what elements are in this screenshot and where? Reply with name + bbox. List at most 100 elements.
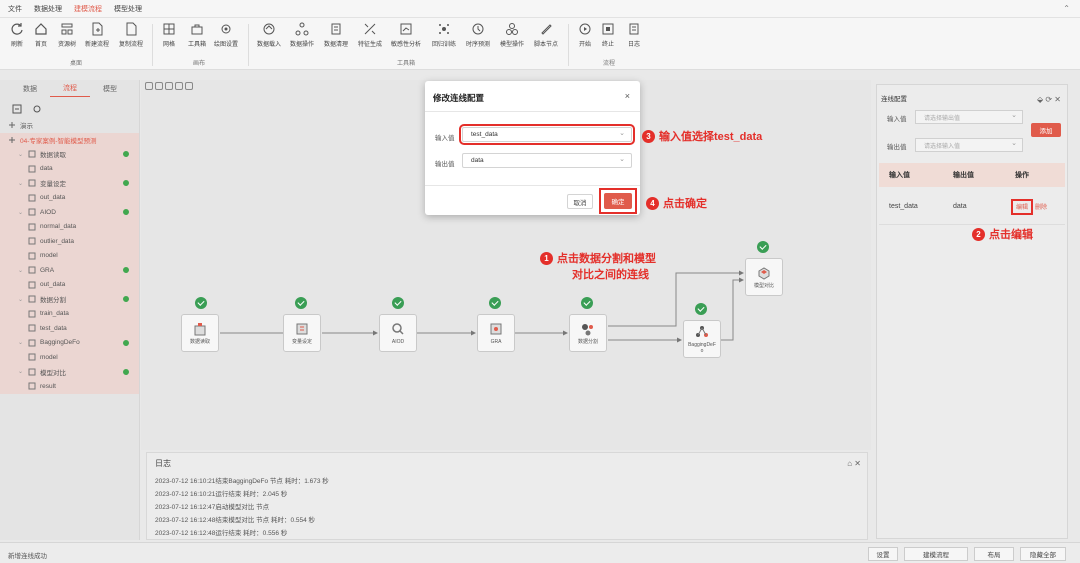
data-op-button[interactable]: 数据操作 — [285, 22, 319, 54]
stop-icon — [602, 23, 614, 35]
expand-icon[interactable] — [12, 104, 22, 114]
timeseries-button[interactable]: 时序预测 — [461, 22, 495, 54]
chevron-down-icon[interactable]: ⌄ — [18, 296, 24, 303]
node-data-read[interactable]: 数据读取 — [181, 314, 219, 352]
tab-model[interactable]: 模型 — [90, 84, 130, 97]
chevron-down-icon[interactable]: ⌄ — [18, 151, 24, 158]
data-clean-button[interactable]: 数据清理 — [319, 22, 353, 54]
panel-title: 连线配置 — [881, 96, 907, 103]
tree-item[interactable]: data — [0, 161, 139, 176]
feature-gen-button[interactable]: 特征生成 — [353, 22, 387, 54]
flow-tree: 演示 04-专家案例-智能模型预测 ⌄ 数据读取 data ⌄ 变量设定 out_data ⌄ A… — [0, 118, 139, 394]
node-data-split[interactable]: 数据分割 — [569, 314, 607, 352]
settings-button[interactable]: 设置 — [868, 547, 898, 561]
tree-item[interactable]: model — [0, 350, 139, 365]
compare-icon — [758, 266, 770, 280]
model-op-button[interactable]: 模型操作 — [495, 22, 529, 54]
connection-config-panel: 连线配置 ⬙ ⟳ ✕ 输入值 请选择输出值 输出值 请选择输入值 添加 输入值 … — [876, 84, 1068, 539]
tree-item[interactable]: 演示 — [0, 118, 139, 133]
edit-button[interactable]: 编辑 — [1011, 198, 1033, 215]
tree-item[interactable]: ⌄ 模型对比 — [0, 364, 139, 379]
hide-all-button[interactable]: 隐藏全部 — [1020, 547, 1066, 561]
node-gra[interactable]: GRA — [477, 314, 515, 352]
output-select[interactable]: 请选择输入值 — [915, 138, 1023, 152]
menu-data-process[interactable]: 数据处理 — [34, 4, 62, 14]
tree-item[interactable]: ⌄ AIOD — [0, 205, 139, 220]
tree-item[interactable]: out_data — [0, 277, 139, 292]
output-icon — [28, 223, 36, 231]
chevron-down-icon[interactable]: ⌄ — [18, 339, 24, 346]
log-button[interactable]: 日志 — [617, 22, 651, 54]
log-actions[interactable]: ⌂ ✕ — [847, 459, 861, 468]
modeling-flow-select[interactable]: 建模流程 — [904, 547, 968, 561]
layout-select[interactable]: 布局 — [974, 547, 1014, 561]
status-dot — [123, 180, 129, 187]
copy-flow-button[interactable]: 复制流程 — [114, 22, 148, 54]
status-bar: 新增连线成功 设置 建模流程 布局 隐藏全部 — [0, 542, 1080, 563]
start-label: 开始 — [578, 42, 591, 48]
tree-item[interactable]: result — [0, 379, 139, 394]
tab-data[interactable]: 数据 — [10, 84, 50, 97]
collapse-ribbon-icon[interactable]: ⌃ — [1063, 4, 1070, 13]
copy-flow-label: 复制流程 — [118, 42, 143, 48]
new-flow-button[interactable]: 新建流程 — [80, 22, 114, 54]
tree-item[interactable]: ⌄ BaggingDeFo — [0, 335, 139, 350]
script-node-button[interactable]: 脚本节点 — [529, 22, 563, 54]
callout-number: 3 — [642, 129, 655, 143]
menu-modeling-flow[interactable]: 建模流程 — [74, 4, 102, 14]
input-select[interactable]: 请选择输出值 — [915, 110, 1023, 124]
node-bagging[interactable]: BaggingDeFo — [683, 320, 721, 358]
col-input: 输入值 — [889, 172, 910, 179]
bagging-icon — [696, 325, 708, 337]
chevron-down-icon[interactable]: ⌄ — [18, 368, 24, 375]
menu-file[interactable]: 文件 — [8, 4, 22, 14]
chevron-down-icon[interactable]: ⌄ — [18, 267, 24, 274]
callout-1: 1 点击数据分割和模型 对比之间的连线 — [540, 250, 656, 282]
tree-item[interactable]: ⌄ GRA — [0, 263, 139, 278]
input-value-select[interactable]: test_data — [459, 124, 635, 145]
panel-actions[interactable]: ⬙ ⟳ ✕ — [1037, 95, 1061, 104]
data-clean-label: 数据清理 — [323, 42, 348, 48]
node-icon — [28, 295, 36, 303]
chevron-down-icon[interactable]: ⌄ — [18, 209, 24, 216]
gear-icon[interactable] — [32, 104, 42, 114]
data-load-button[interactable]: 数据载入 — [252, 22, 286, 54]
menu-model-process[interactable]: 模型处理 — [114, 4, 142, 14]
tree-item[interactable]: ⌄ 数据分割 — [0, 292, 139, 307]
tree-item[interactable]: model — [0, 248, 139, 263]
tree-item[interactable]: train_data — [0, 306, 139, 321]
col-action: 操作 — [1015, 172, 1029, 179]
data-clean-icon — [331, 23, 341, 35]
close-icon[interactable]: × — [625, 91, 630, 101]
regression-train-button[interactable]: 回归训练 — [427, 22, 461, 54]
tree-item-label: data — [40, 165, 53, 173]
node-variable-set[interactable]: 变量设定 — [283, 314, 321, 352]
callout-number: 1 — [540, 251, 553, 265]
tree-item[interactable]: out_data — [0, 190, 139, 205]
tree-item[interactable]: normal_data — [0, 219, 139, 234]
callout-number: 4 — [646, 196, 659, 210]
ok-button[interactable]: 确定 — [604, 193, 632, 209]
sensitivity-button[interactable]: 敏感性分析 — [389, 22, 423, 54]
callout-text: 点击编辑 — [989, 229, 1033, 241]
callout-2: 2 点击编辑 — [972, 226, 1033, 242]
callout-text: 点击确定 — [663, 198, 707, 210]
tree-item[interactable]: 04-专家案例-智能模型预测 — [0, 132, 139, 147]
tree-item[interactable]: ⌄ 数据读取 — [0, 147, 139, 162]
node-label: 变量设定 — [291, 338, 312, 345]
tree-item[interactable]: ⌄ 变量设定 — [0, 176, 139, 191]
node-model-compare[interactable]: 模型对比 — [745, 258, 783, 296]
add-button[interactable]: 添加 — [1031, 123, 1061, 137]
chevron-down-icon[interactable]: ⌄ — [18, 180, 24, 187]
cancel-button[interactable]: 取消 — [567, 194, 593, 209]
tree-item[interactable]: test_data — [0, 321, 139, 336]
delete-button[interactable]: 删除 — [1035, 202, 1047, 211]
tree-item[interactable]: outlier_data — [0, 234, 139, 249]
node-aiod[interactable]: AIOD — [379, 314, 417, 352]
tab-flow[interactable]: 流程 — [50, 83, 90, 97]
output-value-select[interactable]: data — [462, 153, 632, 168]
resource-tree-button[interactable]: 资源树 — [50, 22, 84, 54]
draw-settings-button[interactable]: 绘图设置 — [209, 22, 243, 54]
dialog-title: 修改连线配置 — [433, 93, 485, 103]
split-icon — [582, 323, 593, 335]
